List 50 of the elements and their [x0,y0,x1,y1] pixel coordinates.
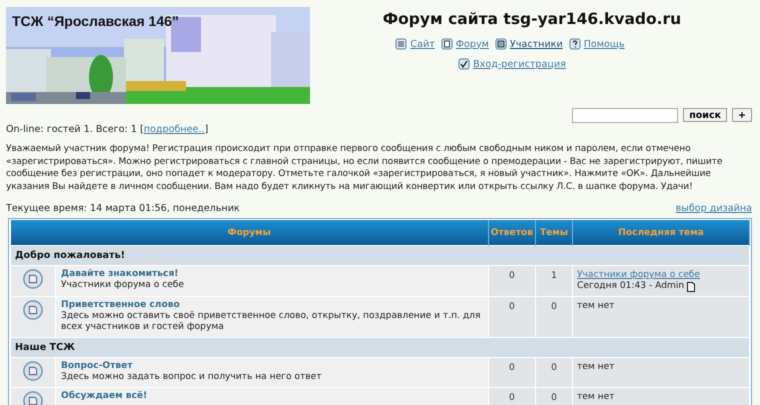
design-link[interactable]: выбор дизайна [676,203,752,214]
category-title: Добро пожаловать! [10,246,750,266]
online-status: On-line: гостей 1. Всего: 1 [подробнее..] [5,124,210,135]
forum-icon [23,361,43,381]
replies-count: 0 [488,266,536,296]
forum-link[interactable]: Давайте знакомиться! [61,269,178,279]
forum-icon [23,391,43,405]
forum-description: Участники форума о себе [61,280,184,290]
details-link[interactable]: подробнее.. [144,124,205,135]
category-title: Наше ТСЖ [10,338,750,358]
forum-link[interactable]: Приветственное слово [61,300,180,310]
list-icon [395,38,408,50]
replies-count: 0 [488,296,536,338]
column-header: Ответов [488,220,536,246]
search-button[interactable]: поиск [683,108,728,122]
last-post-meta: Сегодня 01:43 - Admin [577,281,684,292]
nav-link[interactable]: Помощь [568,38,625,50]
forum-icon [23,269,43,289]
no-topics: тем нет [577,362,614,372]
forum-link[interactable]: Обсуждаем всё! [61,391,148,401]
column-header: Форумы [10,220,488,246]
forum-icon [23,300,43,320]
topics-count: 0 [536,296,572,338]
column-header: Последняя тема [572,220,750,246]
forum-link[interactable]: Вопрос-Ответ [61,361,133,371]
current-time: Текущее время: 14 марта 01:56, понедельник [6,203,240,214]
forum-description: Здесь можно задать вопрос и получить на него ответ [61,372,322,382]
search-field[interactable] [572,108,678,123]
nav-link[interactable]: Форум [440,38,489,50]
no-topics: тем нет [577,392,614,402]
no-topics: тем нет [577,301,614,311]
site-title: Форум сайта tsg-yar146.kvado.ru [382,10,682,28]
last-topic-link[interactable]: Участники форума о себе [577,270,700,280]
replies-count: 0 [488,388,536,405]
login-link[interactable]: Вход-регистрация [458,58,566,70]
checkbox-icon [458,58,470,70]
add-button[interactable]: + [732,108,752,122]
document-icon [440,38,453,50]
banner-title: ТСЖ “Ярославская 146” [12,13,179,29]
topics-count: 0 [536,388,572,405]
help-icon [568,38,581,50]
nav-link[interactable]: Участники [494,38,563,50]
document-icon[interactable] [687,282,696,292]
column-header: Темы [536,220,572,246]
notice-text: Уважаемый участник форума! Регистрация происходит при отправке первого сообщения с любым свободным ником и паролем, если отмечено «зарегистрироваться». Можно регистрироваться с главной страницы, но если появится сообщение о премодерации - Вас не зарегистрируют, пишите сообщение без регистрации, оно попадет к модератору. Отметьте галочкой «зарегистрироваться, я новый участник». Нажмите «ОК». Дальнейшие указания Вы найдете в личном сообщении. Вам надо будет кликнуть на мигающий конвертик или открыть ссылку Л.С. в шапке форума. Удачи! [5,143,724,193]
replies-count: 0 [488,358,536,388]
nav-link[interactable]: Сайт [395,38,435,50]
topics-count: 1 [536,266,572,296]
forum-description: Здесь можно оставить своё приветственное слово, открытку, поздравление и т.п. для всех участников и гостей форума [61,311,480,332]
topics-count: 0 [536,358,572,388]
